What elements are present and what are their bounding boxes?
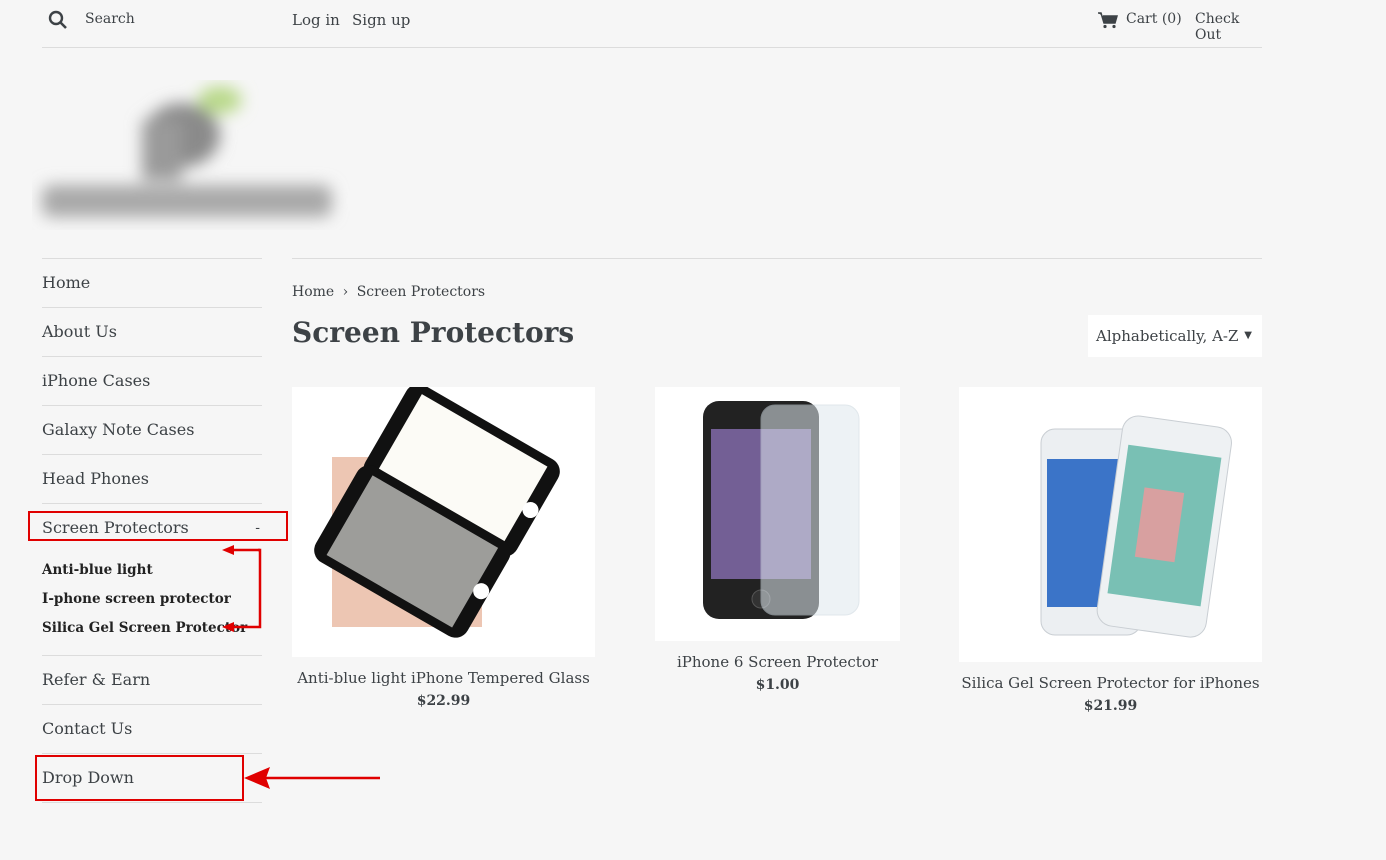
product-price: $21.99 (1083, 698, 1138, 714)
product-image[interactable] (655, 387, 900, 641)
page-title: Screen Protectors (292, 316, 575, 349)
cart-link[interactable]: Cart (0) (1126, 11, 1182, 27)
search-input[interactable]: Search (85, 11, 135, 27)
annotation-arrows (222, 545, 380, 789)
breadcrumb-home[interactable]: Home (292, 284, 334, 300)
sort-select[interactable]: Alphabetically, A-Z ▼ (1088, 315, 1262, 357)
search-icon[interactable] (48, 10, 68, 30)
cart-icon[interactable] (1097, 11, 1119, 29)
arrow-left-icon (222, 545, 234, 555)
arrow-left-icon (222, 622, 234, 632)
product-price: $1.00 (755, 677, 800, 693)
highlight-box-screen-protectors (28, 511, 288, 541)
product-card[interactable]: Silica Gel Screen Protector for iPhones … (959, 387, 1262, 714)
product-card[interactable]: iPhone 6 Screen Protector $1.00 (626, 387, 929, 693)
sidebar-item-galaxy-note-cases[interactable]: Galaxy Note Cases (42, 405, 262, 454)
sidebar-item-about-us[interactable]: About Us (42, 307, 262, 356)
content-divider (292, 258, 1262, 259)
product-image[interactable] (959, 387, 1262, 662)
breadcrumb-current: Screen Protectors (356, 284, 486, 300)
store-logo[interactable] (32, 80, 350, 230)
login-link[interactable]: Log in (292, 11, 340, 29)
chevron-down-icon: ▼ (1244, 330, 1252, 341)
checkout-link[interactable]: Check Out (1195, 11, 1262, 43)
signup-link[interactable]: Sign up (352, 11, 410, 29)
sidebar-item-head-phones[interactable]: Head Phones (42, 454, 262, 503)
breadcrumb-separator: › (342, 284, 349, 300)
sort-selected-value: Alphabetically, A-Z (1096, 327, 1239, 345)
product-name[interactable]: iPhone 6 Screen Protector (626, 653, 929, 671)
sidebar-item-home[interactable]: Home (42, 258, 262, 307)
sidebar-item-iphone-cases[interactable]: iPhone Cases (42, 356, 262, 405)
product-name[interactable]: Silica Gel Screen Protector for iPhones (959, 674, 1262, 692)
top-bar: Search Log in Sign up Cart (0) Check Out (42, 0, 1262, 48)
breadcrumb: Home › Screen Protectors (292, 284, 489, 300)
sidebar-divider (42, 802, 262, 803)
